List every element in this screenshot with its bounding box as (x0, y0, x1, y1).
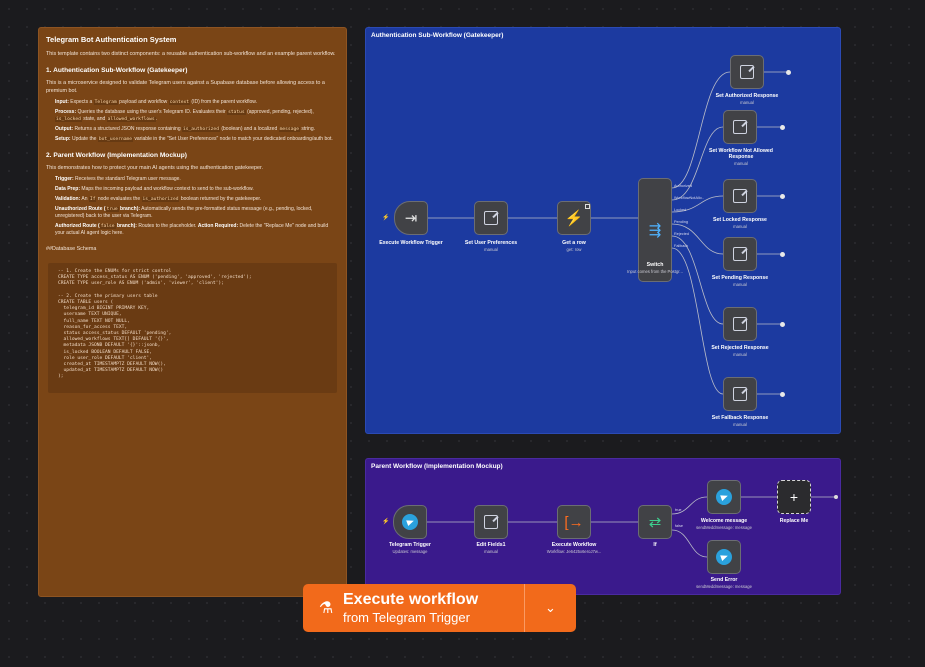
output-handle[interactable] (780, 252, 785, 257)
doc-auth-line: Authorized Route (false branch): Routes … (55, 223, 329, 236)
sticky-note-parent-workflow[interactable]: Parent Workflow (Implementation Mockup) (365, 458, 841, 595)
doc-dataprep-line: Data Prep: Maps the incoming payload and… (55, 186, 254, 192)
doc-title: Telegram Bot Authentication System (46, 35, 177, 44)
node-label: Send Error sendMeddmessage: message (696, 577, 752, 589)
node-execute-workflow-trigger[interactable]: ⇥ (394, 201, 428, 235)
node-label: Set Workflow Not Allowed Response manual (709, 148, 773, 166)
sql-code-block: -- 1. Create the ENUMs for strict contro… (48, 263, 337, 393)
node-label: Execute Workflow Workflow: Je6425x6eroJ7w… (546, 542, 602, 554)
node-set-user-preferences[interactable] (474, 201, 508, 235)
node-label: Set Rejected Response manual (711, 345, 769, 357)
execute-workflow-button[interactable]: ⚗ Execute workflow from Telegram Trigger… (303, 584, 576, 632)
pencil-square-icon (733, 317, 747, 331)
pencil-square-icon (733, 247, 747, 261)
sticky-note-auth-subworkflow[interactable]: Authentication Sub-Workflow (Gatekeeper) (365, 27, 841, 434)
output-handle[interactable] (786, 70, 791, 75)
sticky-note-documentation[interactable]: Telegram Bot Authentication System This … (38, 27, 347, 597)
switch-output-label: Rejected (674, 232, 689, 236)
trigger-indicator-icon: ⚡ (382, 519, 390, 525)
node-set-workflow-not-allowed[interactable] (723, 110, 757, 144)
node-if[interactable]: ⇄ (638, 505, 672, 539)
node-execute-workflow[interactable]: [→ (557, 505, 591, 539)
section2-intro: This demonstrates how to protect your ma… (46, 165, 263, 171)
execute-button-subtitle: from Telegram Trigger (343, 610, 470, 625)
pencil-square-icon (733, 120, 747, 134)
supabase-bolt-icon: ⚡ (564, 209, 584, 227)
if-branch-icon: ⇄ (648, 513, 662, 531)
execute-button-title: Execute workflow (343, 591, 479, 608)
output-handle[interactable] (780, 125, 785, 130)
section2-heading: 2. Parent Workflow (Implementation Mocku… (46, 152, 187, 159)
pencil-square-icon (733, 189, 747, 203)
doc-intro: This template contains two distinct comp… (46, 51, 336, 57)
node-edit-fields1[interactable] (474, 505, 508, 539)
telegram-plane-icon (716, 489, 732, 505)
sql-code: -- 1. Create the ENUMs for strict contro… (58, 269, 252, 380)
node-label: Set Pending Response manual (711, 275, 769, 287)
section1-intro: This is a microservice designed to valid… (46, 80, 325, 94)
node-set-pending-response[interactable] (723, 237, 757, 271)
node-label: Execute Workflow Trigger (379, 240, 443, 246)
flask-icon: ⚗ (318, 600, 334, 617)
if-output-true: true (675, 508, 682, 512)
doc-process-line: Process: Queries the database using the … (55, 109, 314, 122)
execute-button-text: Execute workflow from Telegram Trigger (343, 590, 478, 626)
doc-setup-line: Setup: Update the bot_username variable … (55, 136, 333, 142)
node-badge-icon (585, 204, 590, 209)
doc-input-line: Input: Expects a Telegram payload and wo… (55, 99, 257, 105)
section1-heading: 1. Authentication Sub-Workflow (Gatekeep… (46, 67, 188, 74)
switch-output-label: Locked (674, 208, 687, 212)
node-send-error[interactable] (707, 540, 741, 574)
auth-note-title: Authentication Sub-Workflow (Gatekeeper) (371, 32, 504, 39)
doc-output-line: Output: Returns a structured JSON respon… (55, 126, 316, 132)
output-handle[interactable] (780, 322, 785, 327)
if-output-false: false (675, 524, 684, 528)
switch-output-label: Pending (674, 220, 688, 224)
pencil-square-icon (484, 515, 498, 529)
switch-output-label: Fallback (674, 244, 689, 248)
chevron-down-icon[interactable]: ⌄ (525, 584, 576, 632)
node-label: Set Locked Response manual (713, 217, 767, 229)
switch-output-label: WorkflowNotAllo.. (674, 196, 704, 200)
pencil-square-icon (740, 65, 754, 79)
doc-trigger-line: Trigger: Receives the standard Telegram … (55, 176, 181, 182)
branch-arrows-icon: ⇶ (648, 221, 662, 239)
telegram-plane-icon (716, 549, 732, 565)
node-telegram-trigger[interactable] (393, 505, 427, 539)
bracket-arrow-icon: [→ (564, 513, 584, 531)
node-label: If (653, 542, 657, 548)
node-label: Welcome message sendMeddmessage: message (696, 518, 752, 530)
telegram-plane-icon (402, 514, 418, 530)
trigger-indicator-icon: ⚡ (382, 215, 390, 221)
plus-icon: + (789, 488, 799, 505)
node-welcome-message[interactable] (707, 480, 741, 514)
schema-heading: ##Database Schema (46, 246, 97, 252)
node-label: Set User Preferences manual (464, 240, 518, 252)
node-label: Replace Me (779, 518, 809, 524)
doc-validation-line: Validation: An If node evaluates the is_… (55, 196, 262, 202)
arrow-into-box-icon: ⇥ (404, 209, 418, 227)
node-set-locked-response[interactable] (723, 179, 757, 213)
node-set-authorized-response[interactable] (730, 55, 764, 89)
node-label: Switch Input comes from the Postgr... (627, 262, 683, 274)
output-handle[interactable] (780, 194, 785, 199)
node-replace-me[interactable]: + (777, 480, 811, 514)
node-label: Telegram Trigger Updates: message (389, 542, 431, 554)
node-set-fallback-response[interactable] (723, 377, 757, 411)
output-handle[interactable] (780, 392, 785, 397)
node-label: Edit Fields1 manual (476, 542, 506, 554)
doc-unauth-line: Unauthorized Route (true branch): Automa… (55, 206, 313, 219)
node-set-rejected-response[interactable] (723, 307, 757, 341)
node-label: Get a row get: row (562, 240, 586, 252)
output-handle[interactable] (834, 495, 838, 499)
node-label: Set Authorized Response manual (715, 93, 779, 105)
pencil-square-icon (733, 387, 747, 401)
parent-note-title: Parent Workflow (Implementation Mockup) (371, 463, 503, 470)
pencil-square-icon (484, 211, 498, 225)
node-label: Set Fallback Response manual (711, 415, 769, 427)
switch-output-label: Authorized (674, 184, 693, 188)
